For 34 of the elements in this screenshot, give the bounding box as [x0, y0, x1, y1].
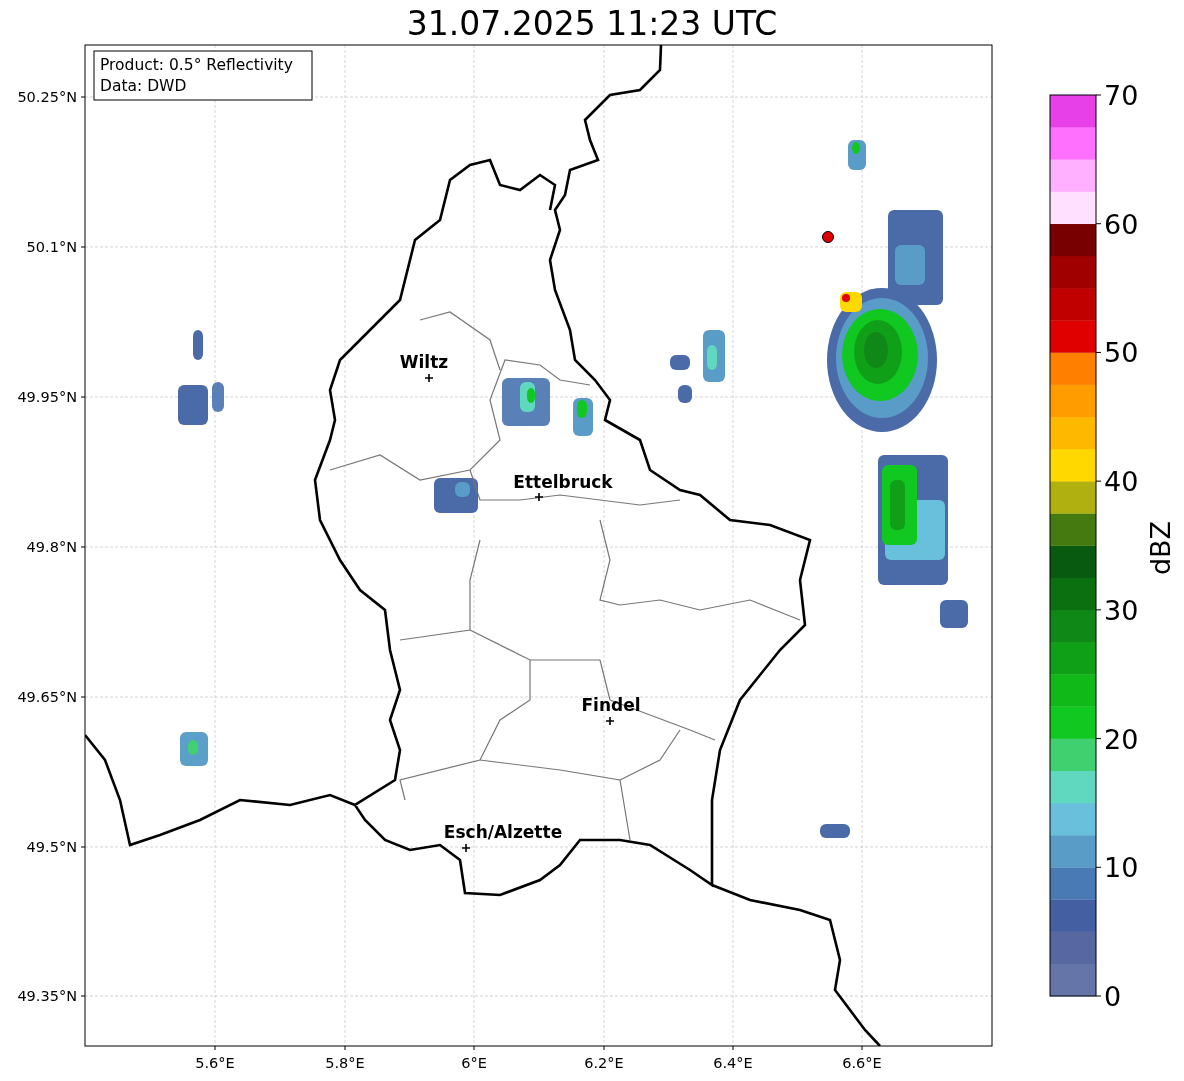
tick-label: 6°E [461, 1055, 487, 1071]
tick-label: 6.6°E [842, 1055, 882, 1071]
city-label: Ettelbruck [513, 472, 613, 492]
tick-label: 5.8°E [325, 1055, 365, 1071]
cross-marker-icon [461, 843, 471, 853]
colorbar-tick-label: 30 [1104, 594, 1139, 626]
info-text: Data: DWD [100, 77, 187, 95]
colorbar-tick-label: 20 [1104, 723, 1139, 755]
cross-marker-icon [424, 373, 434, 383]
tick-label: 49.65°N [17, 689, 77, 705]
colorbar-tick-label: 40 [1104, 466, 1139, 498]
city-label: Findel [581, 695, 641, 715]
tick-label: 49.95°N [17, 389, 77, 405]
cross-marker-icon [605, 716, 615, 726]
tick-label: 6.4°E [713, 1055, 753, 1071]
city-label: Esch/Alzette [443, 822, 563, 842]
colorbar-tick-label: 0 [1104, 981, 1122, 1012]
colorbar-tick-label: 60 [1104, 208, 1139, 240]
tick-label: 50.1°N [26, 239, 77, 255]
tick-label: 50.25°N [17, 89, 77, 105]
info-text: Product: 0.5° Reflectivity [100, 56, 293, 74]
tick-label: 49.5°N [26, 839, 77, 855]
tick-label: 5.6°E [195, 1055, 235, 1071]
tick-label: 49.35°N [17, 988, 77, 1004]
colorbar-tick-label: 10 [1104, 852, 1139, 884]
tick-label: 6.2°E [584, 1055, 624, 1071]
chart-title: 31.07.2025 11:23 UTC [405, 4, 779, 43]
tick-label: 49.8°N [26, 539, 77, 555]
colorbar-tick-label: 50 [1104, 337, 1139, 369]
station-marker [822, 231, 834, 243]
colorbar-tick-label: 70 [1104, 80, 1139, 111]
colorbar-label: dBZ [1145, 520, 1176, 576]
cross-marker-icon [534, 492, 544, 502]
city-label: Wiltz [399, 352, 449, 372]
